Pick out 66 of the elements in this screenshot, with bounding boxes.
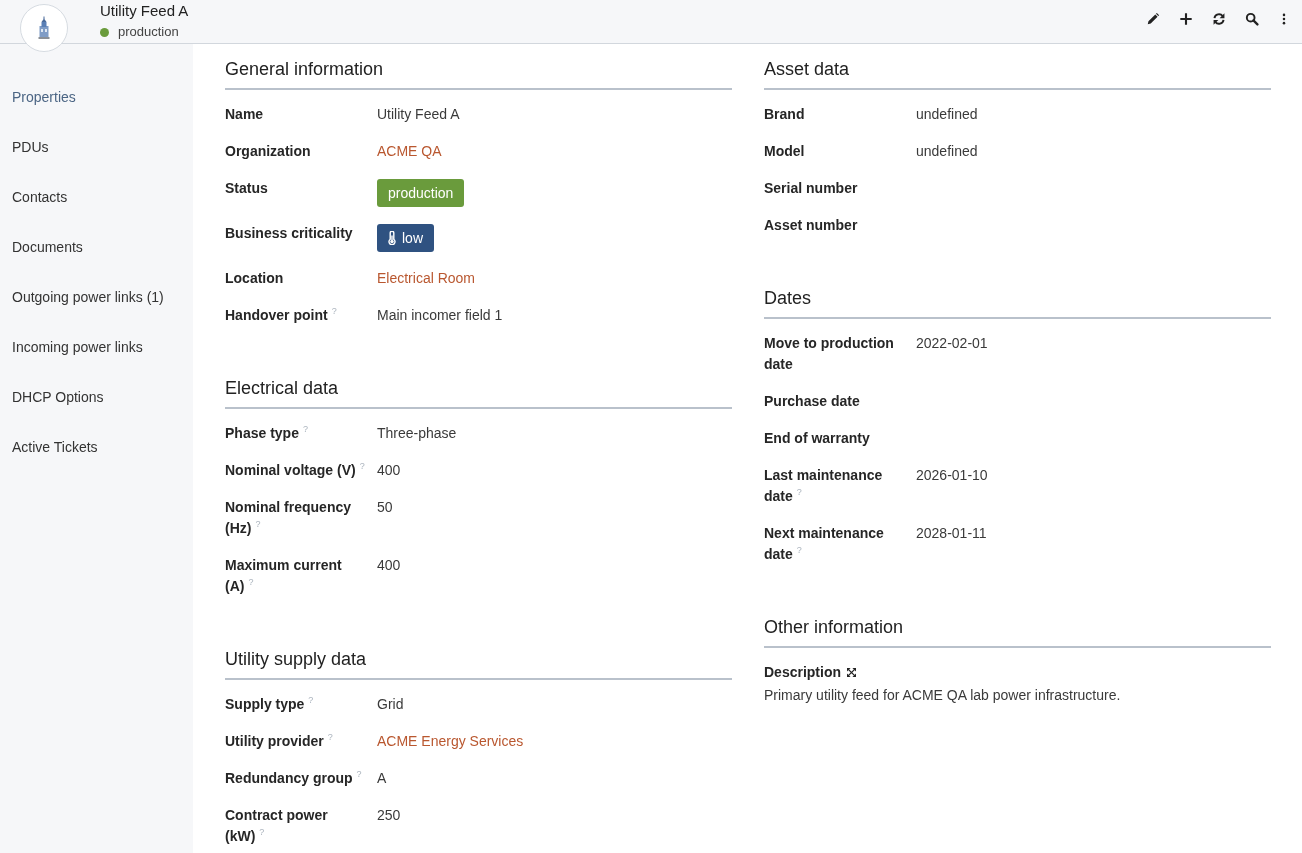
section-heading: Other information	[764, 615, 1271, 648]
page-title: Utility Feed A	[100, 2, 189, 20]
field-link[interactable]: ACME Energy Services	[377, 731, 524, 752]
field-label: Brand	[764, 106, 805, 122]
field-label: Nominal frequency (Hz) $^{?}$	[225, 499, 352, 536]
field-value: 2022-02-01	[916, 334, 988, 353]
section-heading: Utility supply data	[225, 647, 732, 680]
field-label: Organization	[225, 143, 311, 159]
field-label: Business criticality	[225, 225, 353, 241]
nav-item[interactable]: DHCP Options	[0, 372, 116, 422]
plus-icon	[1179, 12, 1193, 26]
nav-item[interactable]: Incoming power links	[0, 322, 155, 372]
section-heading: Asset data	[764, 57, 1271, 90]
field-label: Last maintenance date $^{?}$	[764, 467, 883, 504]
section-heading: Electrical data	[225, 376, 732, 409]
status-text: production	[118, 23, 179, 41]
level-badge: low	[377, 224, 434, 252]
field-value: undefined	[916, 142, 978, 161]
field-label: Redundancy group $^{?}$	[225, 770, 362, 786]
field-value: Utility Feed A	[377, 105, 460, 124]
pencil-icon	[1146, 12, 1160, 26]
field-value: A	[377, 769, 387, 788]
search-icon	[1245, 12, 1259, 26]
description-text: Primary utility feed for ACME QA lab power infrastructure.	[764, 686, 1122, 705]
status-badge: production	[377, 179, 465, 207]
field-label: Purchase date	[764, 393, 860, 409]
field-value: Main incomer field 1	[377, 306, 503, 325]
field-label: Contract power (kW) $^{?}$	[225, 807, 328, 844]
field-label: Status	[225, 180, 268, 196]
field-label: Nominal voltage (V) $^{?}$	[225, 462, 365, 478]
field-link[interactable]: ACME QA	[377, 141, 442, 162]
field-value: 2028-01-11	[916, 524, 987, 543]
field-link[interactable]: Electrical Room	[377, 268, 476, 289]
field-label: Name	[225, 106, 264, 122]
field-label: Maximum current (A) $^{?}$	[225, 557, 342, 594]
nav-item[interactable]: Documents	[0, 222, 95, 272]
field-label: Model	[764, 143, 805, 159]
field-label: Asset number	[764, 217, 858, 233]
field-value: 50	[377, 498, 393, 517]
field-value: 400	[377, 461, 401, 480]
field-label: Handover point $^{?}$	[225, 307, 337, 323]
field-label: Description	[764, 663, 841, 682]
field-label: Serial number	[764, 180, 858, 196]
field-value: 250	[377, 806, 401, 825]
field-value: 2026-01-10	[916, 466, 988, 485]
field-value: Three-phase	[377, 424, 457, 443]
nav-item[interactable]: Properties	[0, 72, 88, 122]
field-label: Phase type $^{?}$	[225, 425, 308, 441]
nav-item[interactable]: Active Tickets	[0, 422, 110, 472]
field-label: Move to production date	[764, 335, 894, 372]
section-heading: Dates	[764, 286, 1271, 319]
field-value: undefined	[916, 105, 978, 124]
field-label: Utility provider $^{?}$	[225, 733, 333, 749]
thermometer-icon	[388, 231, 396, 245]
nav-item[interactable]: Contacts	[0, 172, 80, 222]
field-value: 400	[377, 556, 401, 575]
expand-icon[interactable]	[847, 668, 856, 677]
field-label: Next maintenance date $^{?}$	[764, 525, 884, 562]
refresh-icon	[1212, 12, 1226, 26]
nav-item[interactable]: Outgoing power links (1)	[0, 272, 176, 322]
field-label: End of warranty	[764, 430, 870, 446]
field-label: Supply type $^{?}$	[225, 696, 314, 712]
field-value: Grid	[377, 695, 404, 714]
field-label: Location	[225, 270, 284, 286]
nav-item[interactable]: PDUs	[0, 122, 61, 172]
section-heading: General information	[225, 57, 732, 90]
